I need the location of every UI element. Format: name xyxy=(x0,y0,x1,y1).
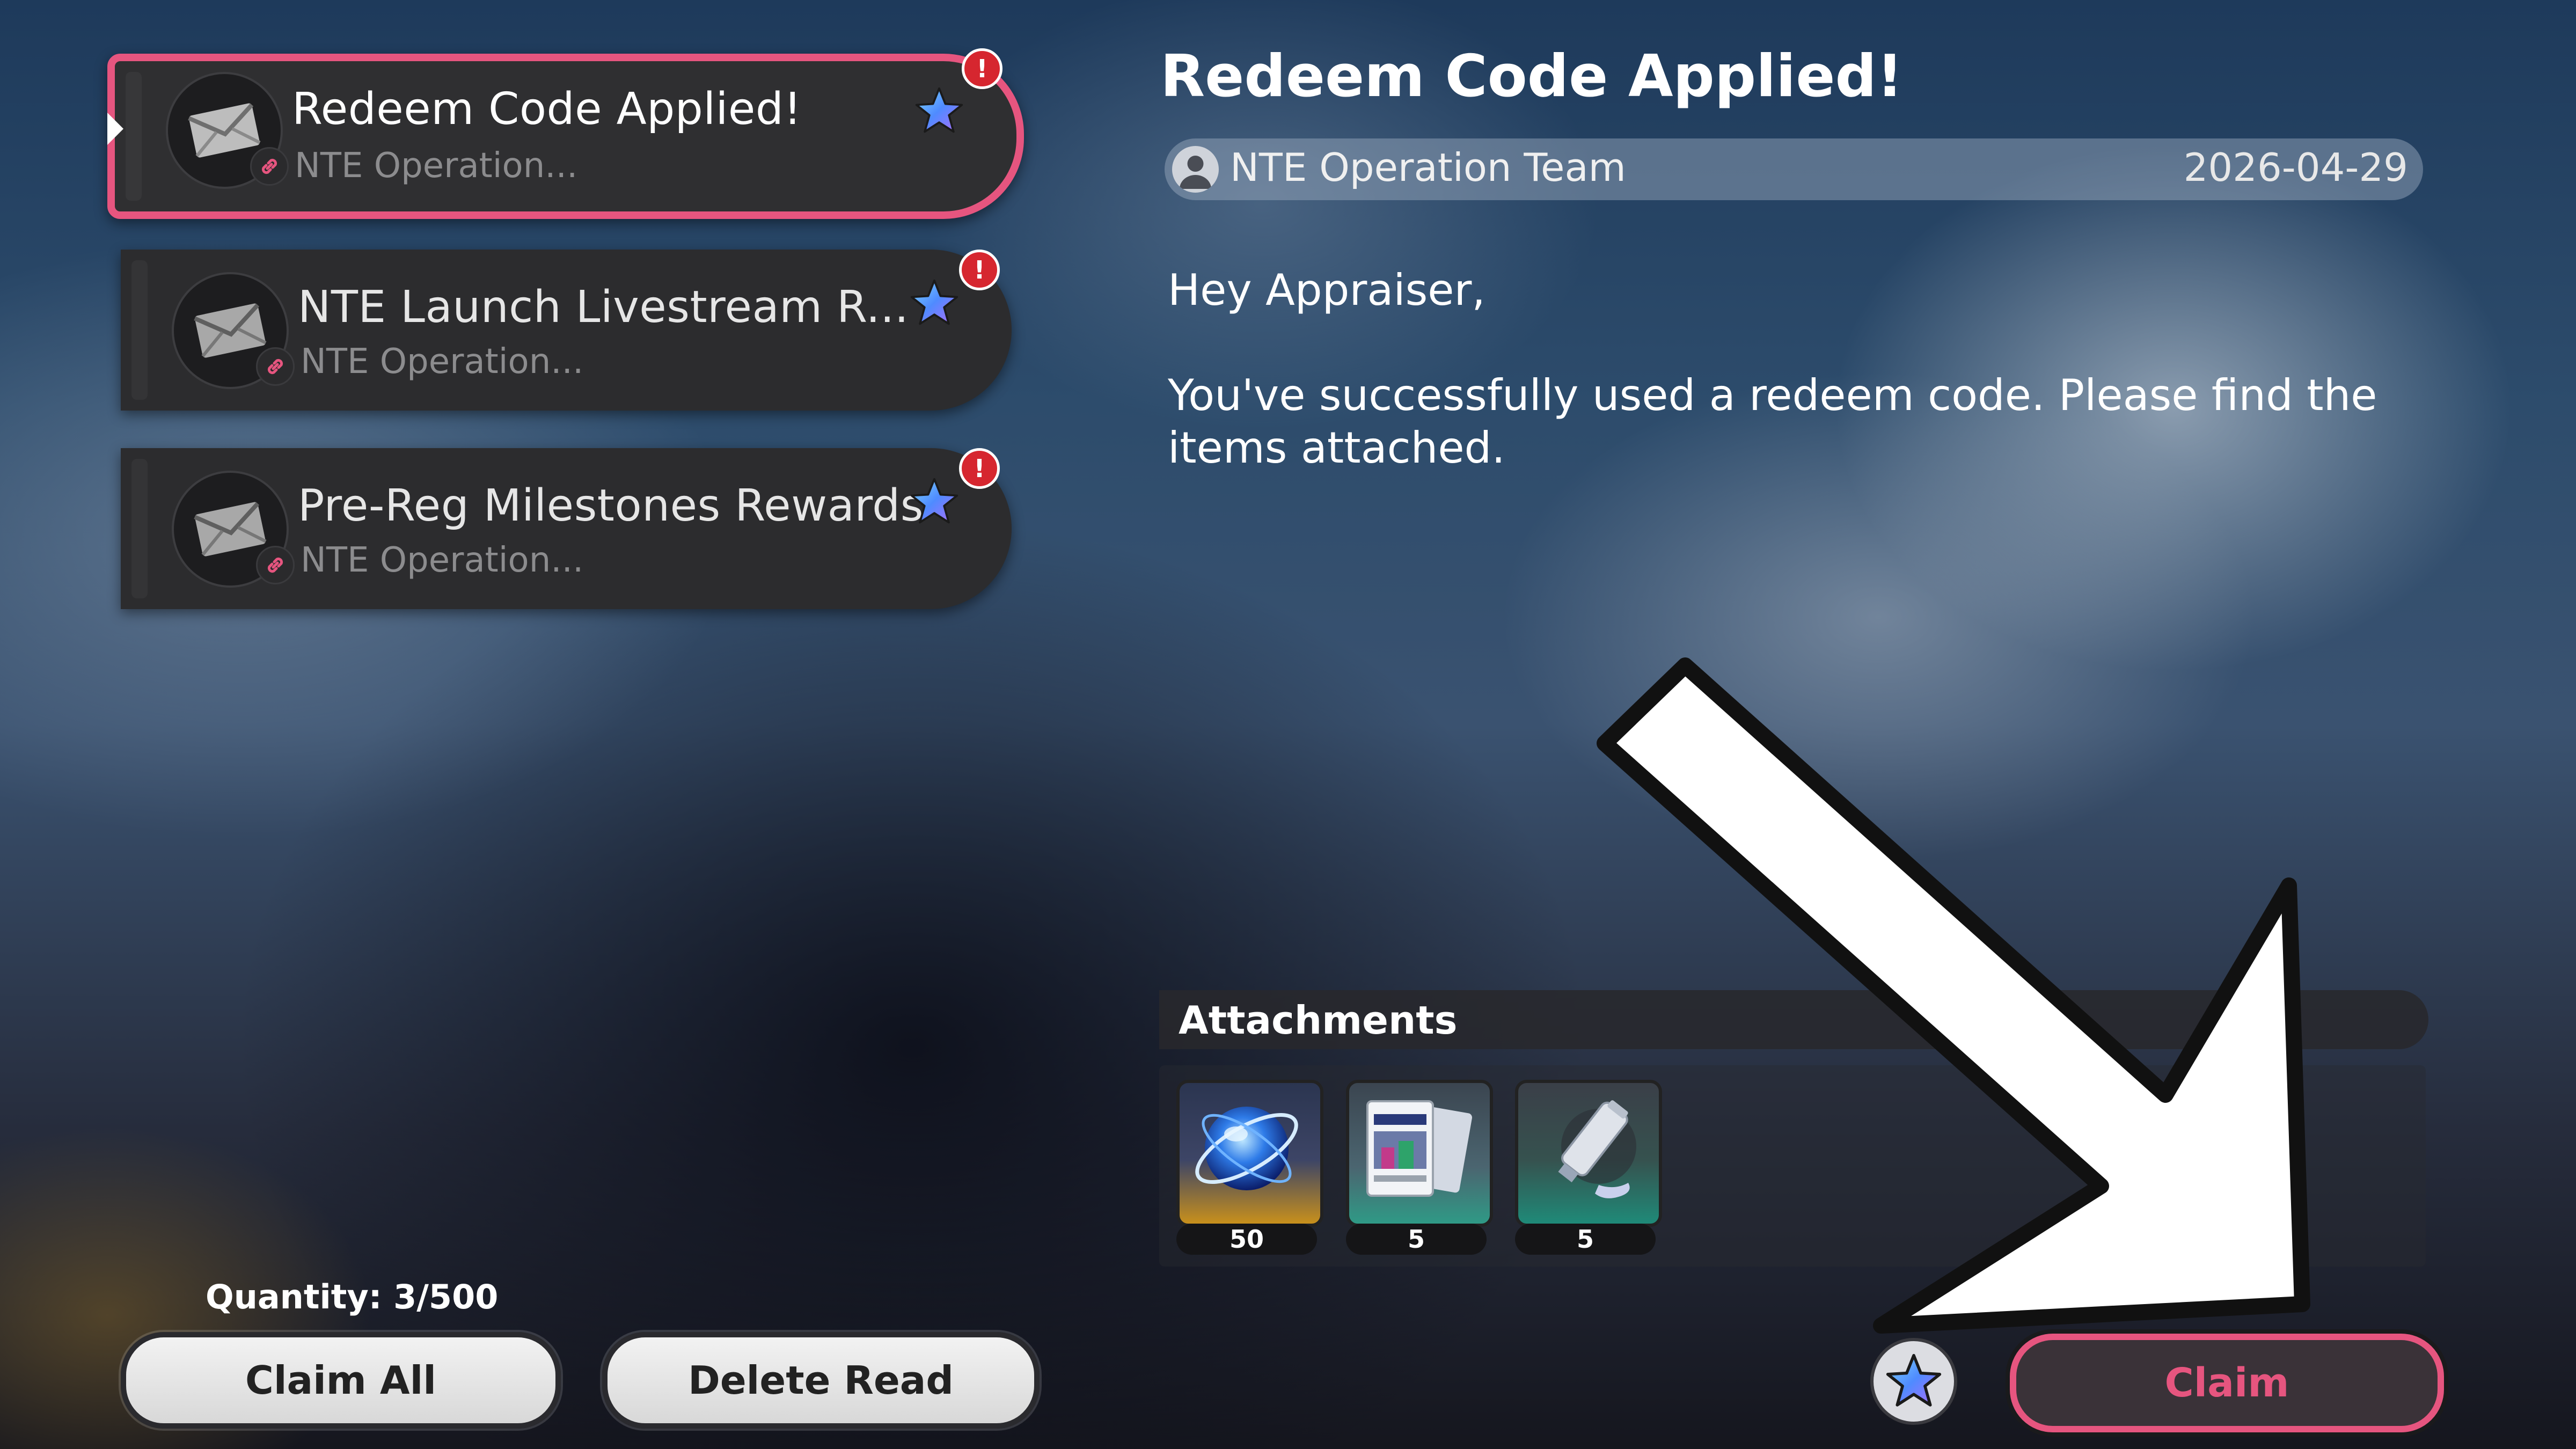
unread-alert-icon: ! xyxy=(962,48,1002,89)
star-icon xyxy=(910,279,958,325)
attachment-item-orb[interactable] xyxy=(1176,1080,1323,1227)
mail-message: You've successfully used a redeem code. … xyxy=(1168,370,2377,473)
cards-icon xyxy=(1366,1100,1472,1197)
paint-tube-icon xyxy=(1558,1100,1636,1198)
mail-item-redeem-code[interactable]: Redeem Code Applied! NTE Operation... ! xyxy=(107,48,1024,219)
sender-bar: NTE Operation Team 2026-04-29 xyxy=(1165,138,2423,200)
attachment-count: 5 xyxy=(1515,1224,1656,1255)
mail-item-pre-reg[interactable]: Pre-Reg Milestones Rewards NTE Operation… xyxy=(121,448,1012,609)
sender-name: NTE Operation Team xyxy=(1230,145,1626,190)
star-icon xyxy=(915,87,963,133)
star-icon xyxy=(910,478,958,524)
selected-marker-icon xyxy=(107,113,123,145)
mail-item-sender: NTE Operation... xyxy=(301,342,584,382)
mail-greeting: Hey Appraiser, xyxy=(1168,265,1485,315)
favorite-button[interactable] xyxy=(1870,1338,1957,1425)
mail-item-stripe xyxy=(131,260,148,400)
link-icon xyxy=(250,147,289,186)
mail-date: 2026-04-29 xyxy=(2183,145,2408,190)
mail-item-stripe xyxy=(131,459,148,598)
star-icon xyxy=(1886,1353,1942,1407)
claim-all-button[interactable]: Claim All xyxy=(121,1332,561,1429)
delete-read-button[interactable]: Delete Read xyxy=(602,1332,1040,1429)
mail-detail-title: Redeem Code Applied! xyxy=(1160,43,1904,110)
attachments-label: Attachments xyxy=(1179,998,1458,1043)
claim-button[interactable]: Claim xyxy=(2010,1334,2444,1432)
mail-item-title: Pre-Reg Milestones Rewards xyxy=(298,480,924,531)
attachment-count: 50 xyxy=(1176,1224,1317,1255)
mail-item-sender: NTE Operation... xyxy=(301,540,584,580)
mail-item-sender: NTE Operation... xyxy=(295,146,578,186)
mail-item-title: NTE Launch Livestream R... xyxy=(298,282,909,333)
attachments-header: Attachments xyxy=(1159,990,2428,1049)
avatar-icon xyxy=(1172,146,1219,193)
blue-orb-icon xyxy=(1195,1107,1298,1190)
mail-item-title: Redeem Code Applied! xyxy=(292,84,802,135)
link-icon xyxy=(256,546,295,584)
attachment-item-paint-tube[interactable] xyxy=(1515,1080,1662,1227)
attachment-item-cards[interactable] xyxy=(1346,1080,1493,1227)
link-icon xyxy=(256,347,295,386)
unread-alert-icon: ! xyxy=(959,448,1000,489)
unread-alert-icon: ! xyxy=(959,250,1000,290)
attachment-count: 5 xyxy=(1346,1224,1487,1255)
mail-quantity: Quantity: 3/500 xyxy=(206,1277,499,1316)
mail-item-stripe xyxy=(126,72,142,201)
mail-item-livestream[interactable]: NTE Launch Livestream R... NTE Operation… xyxy=(121,250,1012,411)
